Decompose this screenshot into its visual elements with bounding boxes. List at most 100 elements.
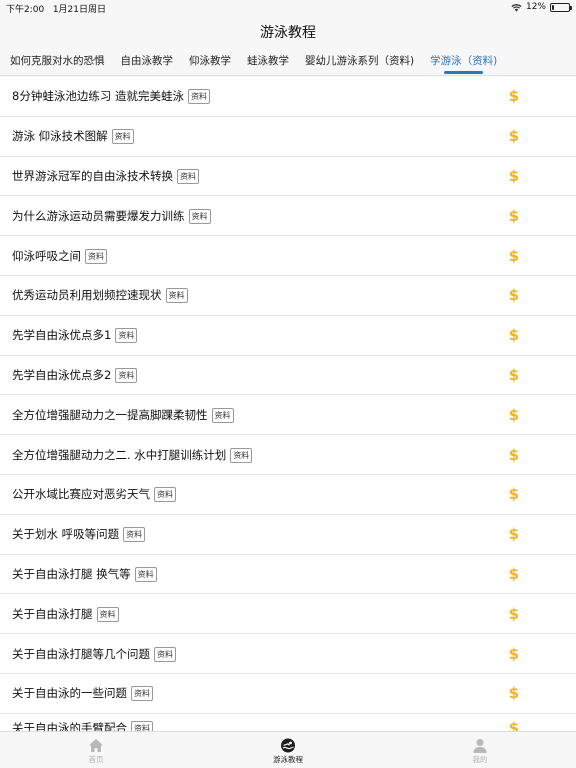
dollar-icon: $ bbox=[508, 206, 519, 225]
tabbar-item-home[interactable]: 首页 bbox=[0, 732, 192, 768]
dollar-icon: $ bbox=[508, 286, 519, 305]
swimmer-icon bbox=[281, 738, 295, 752]
list-item-text: 公开水域比赛应对恶劣天气 bbox=[12, 487, 150, 502]
list-item-title: 关于自由泳打腿 换气等 资料 bbox=[12, 566, 157, 582]
material-badge: 资料 bbox=[134, 566, 157, 582]
status-right: 12% bbox=[511, 2, 572, 12]
article-list: 8分钟蛙泳池边练习 造就完美蛙泳 资料 $ 游泳 仰泳技术图解 资料 $ 世界游泳冠军的自由… bbox=[0, 77, 576, 731]
list-item-title: 关于划水 呼吸等问题 资料 bbox=[12, 526, 146, 543]
list-item-text: 关于自由泳打腿 换气等 bbox=[12, 566, 131, 581]
tab-3[interactable]: 蛙泳教学 bbox=[247, 48, 289, 76]
dollar-icon: $ bbox=[508, 445, 519, 464]
battery-icon bbox=[550, 2, 572, 12]
dollar-icon: $ bbox=[508, 166, 519, 185]
list-item-text: 先学自由泳优点多2 bbox=[12, 367, 112, 382]
material-badge: 资料 bbox=[123, 527, 146, 543]
list-item[interactable]: 关于自由泳打腿 换气等 资料 $ bbox=[0, 554, 576, 595]
tab-label: 学游泳（资料) bbox=[430, 54, 498, 67]
material-badge: 资料 bbox=[115, 367, 138, 383]
list-item[interactable]: 仰泳呼吸之间 资料 $ bbox=[0, 236, 576, 276]
material-badge: 资料 bbox=[187, 89, 210, 105]
list-item-text: 为什么游泳运动员需要爆发力训练 bbox=[12, 208, 185, 223]
list-item-title: 全方位增强腿动力之二. 水中打腿训练计划 资料 bbox=[12, 447, 253, 463]
material-badge: 资料 bbox=[96, 606, 119, 622]
list-item[interactable]: 关于自由泳的手臂配合 资料 $ bbox=[0, 713, 576, 731]
list-item-title: 关于自由泳的手臂配合 资料 bbox=[12, 720, 153, 731]
home-icon bbox=[89, 738, 103, 752]
active-tab-indicator bbox=[444, 70, 484, 74]
material-badge: 资料 bbox=[230, 447, 253, 463]
list-item-title: 为什么游泳运动员需要爆发力训练 资料 bbox=[12, 208, 211, 224]
list-item-text: 游泳 仰泳技术图解 bbox=[12, 129, 108, 144]
date-text: 1月21日周日 bbox=[52, 5, 106, 15]
tabbar-label-profile: 我的 bbox=[472, 754, 488, 764]
list-item-title: 游泳 仰泳技术图解 资料 bbox=[12, 128, 134, 145]
status-time: 下午2:00 1月21日周日 bbox=[6, 2, 106, 15]
list-item[interactable]: 公开水域比赛应对恶劣天气 资料 $ bbox=[0, 474, 576, 515]
list-item-text: 关于自由泳打腿 bbox=[12, 606, 93, 621]
list-item-title: 关于自由泳的一些问题 资料 bbox=[12, 685, 153, 702]
tab-label: 仰泳教学 bbox=[189, 54, 231, 67]
list-item[interactable]: 全方位增强腿动力之一提高脚踝柔韧性 资料 $ bbox=[0, 395, 576, 436]
list-item[interactable]: 游泳 仰泳技术图解 资料 $ bbox=[0, 116, 576, 157]
dollar-icon: $ bbox=[508, 365, 519, 384]
tabbar-label-swim: 游泳教程 bbox=[273, 754, 303, 764]
dollar-icon: $ bbox=[508, 604, 519, 623]
list-item-text: 全方位增强腿动力之一提高脚踝柔韧性 bbox=[12, 407, 208, 422]
list-item[interactable]: 先学自由泳优点多1 资料 $ bbox=[0, 315, 576, 356]
tabbar-label-home: 首页 bbox=[88, 754, 104, 764]
list-item-text: 全方位增强腿动力之二. 水中打腿训练计划 bbox=[12, 447, 227, 462]
list-item[interactable]: 全方位增强腿动力之二. 水中打腿训练计划 资料 $ bbox=[0, 435, 576, 475]
list-item-title: 优秀运动员利用划频控速现状 资料 bbox=[12, 287, 188, 304]
dollar-icon: $ bbox=[508, 87, 519, 106]
material-badge: 资料 bbox=[177, 168, 199, 184]
tab-5[interactable]: 学游泳（资料) bbox=[430, 48, 497, 76]
dollar-icon: $ bbox=[508, 564, 519, 583]
list-item[interactable]: 关于自由泳打腿等几个问题 资料 $ bbox=[0, 634, 576, 674]
list-item[interactable]: 关于划水 呼吸等问题 资料 $ bbox=[0, 514, 576, 555]
tabbar-item-profile[interactable]: 我的 bbox=[384, 732, 576, 768]
dollar-icon: $ bbox=[508, 326, 519, 345]
list-item-text: 仰泳呼吸之间 bbox=[12, 248, 81, 263]
list-item[interactable]: 关于自由泳打腿 资料 $ bbox=[0, 594, 576, 635]
dollar-icon: $ bbox=[508, 525, 519, 544]
dollar-icon: $ bbox=[508, 644, 519, 663]
tabbar-item-swim[interactable]: 游泳教程 bbox=[192, 732, 384, 768]
page-title: 游泳教程 bbox=[260, 25, 316, 41]
list-item[interactable]: 先学自由泳优点多2 资料 $ bbox=[0, 355, 576, 396]
material-badge: 资料 bbox=[154, 646, 176, 662]
dollar-icon: $ bbox=[508, 405, 519, 424]
person-icon bbox=[473, 738, 487, 753]
material-badge: 资料 bbox=[131, 721, 153, 731]
tab-2[interactable]: 仰泳教学 bbox=[189, 48, 231, 76]
tab-0[interactable]: 如何克服对水的恐惧 bbox=[10, 48, 105, 76]
list-item-title: 关于自由泳打腿等几个问题 资料 bbox=[12, 646, 176, 662]
material-badge: 资料 bbox=[111, 129, 134, 145]
tab-label: 如何克服对水的恐惧 bbox=[10, 54, 105, 67]
list-item-text: 关于自由泳打腿等几个问题 bbox=[12, 646, 150, 661]
list-item-title: 先学自由泳优点多1 资料 bbox=[12, 327, 138, 344]
wifi-icon bbox=[511, 3, 522, 11]
list-item[interactable]: 为什么游泳运动员需要爆发力训练 资料 $ bbox=[0, 196, 576, 237]
list-item-text: 先学自由泳优点多1 bbox=[12, 328, 112, 343]
dollar-icon: $ bbox=[508, 485, 519, 504]
list-item[interactable]: 优秀运动员利用划频控速现状 资料 $ bbox=[0, 275, 576, 316]
list-item[interactable]: 世界游泳冠军的自由泳技术转换 资料 $ bbox=[0, 156, 576, 197]
battery-percent: 12% bbox=[525, 2, 546, 12]
tab-label: 蛙泳教学 bbox=[247, 54, 289, 67]
category-tabs: 如何克服对水的恐惧 自由泳教学 仰泳教学 蛙泳教学 婴幼儿游泳系列（资料) 学游泳（资料) bbox=[0, 48, 576, 76]
time-text: 下午2:00 bbox=[6, 5, 45, 15]
material-badge: 资料 bbox=[165, 288, 188, 304]
tab-4[interactable]: 婴幼儿游泳系列（资料) bbox=[305, 48, 414, 76]
list-item[interactable]: 8分钟蛙泳池边练习 造就完美蛙泳 资料 $ bbox=[0, 77, 576, 117]
bottom-tab-bar: 首页 游泳教程 我的 bbox=[0, 731, 576, 768]
list-item-text: 关于划水 呼吸等问题 bbox=[12, 527, 120, 542]
dollar-icon: $ bbox=[508, 719, 519, 731]
dollar-icon: $ bbox=[508, 246, 519, 265]
status-bar: 下午2:00 1月21日周日 12% bbox=[0, 0, 576, 16]
list-item[interactable]: 关于自由泳的一些问题 资料 $ bbox=[0, 673, 576, 714]
list-item-text: 世界游泳冠军的自由泳技术转换 bbox=[12, 168, 173, 183]
list-item-title: 关于自由泳打腿 资料 bbox=[12, 606, 119, 622]
list-item-title: 8分钟蛙泳池边练习 造就完美蛙泳 资料 bbox=[12, 88, 210, 105]
tab-1[interactable]: 自由泳教学 bbox=[121, 48, 174, 76]
